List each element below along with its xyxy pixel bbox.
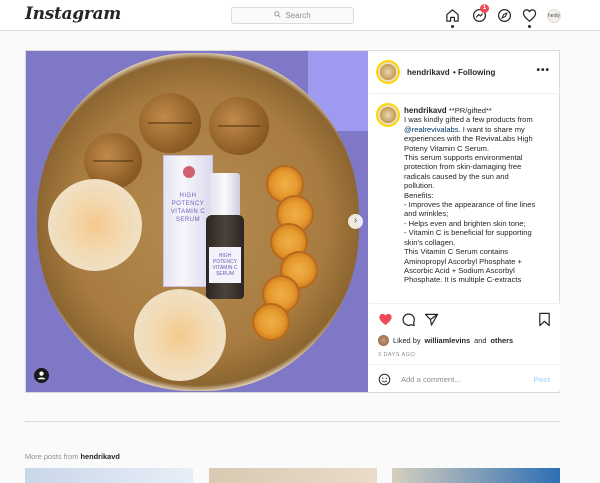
- home-active-dot: [451, 25, 454, 28]
- explore-icon[interactable]: [497, 8, 513, 24]
- brand-mention-link[interactable]: @realrevivalabs: [404, 125, 459, 134]
- dried-lime: [209, 97, 269, 155]
- post-card: HIGH POTENCY VITAMIN C SERUM HIGH POTENC…: [25, 50, 560, 393]
- dried-lime: [139, 93, 201, 153]
- share-icon[interactable]: [424, 312, 440, 328]
- liked-by-others[interactable]: others: [490, 336, 513, 345]
- notification-badge: 1: [480, 4, 489, 13]
- caption-avatar[interactable]: [376, 103, 400, 127]
- heart-icon[interactable]: [522, 8, 538, 28]
- more-posts-heading: More posts from hendrikavd: [25, 452, 120, 461]
- user-tag-icon[interactable]: [34, 368, 49, 383]
- post-header: hendrikavd • Following •••: [369, 51, 560, 94]
- post-actions: Liked by williamlevins and others 3 DAYS…: [369, 303, 560, 391]
- comment-icon[interactable]: [401, 312, 417, 328]
- more-posts-username[interactable]: hendrikavd: [80, 452, 119, 461]
- comment-input[interactable]: Add a comment...: [401, 375, 461, 384]
- author-username[interactable]: hendrikavd: [407, 68, 450, 77]
- search-box[interactable]: Search: [231, 7, 354, 24]
- emoji-icon[interactable]: [378, 373, 391, 386]
- product-box-label: HIGH POTENCY VITAMIN C SERUM: [170, 193, 206, 223]
- liked-by-prefix: Liked by: [393, 336, 421, 345]
- like-icon[interactable]: [378, 312, 394, 328]
- orange-slice: [252, 303, 290, 341]
- author-avatar[interactable]: [376, 60, 400, 84]
- serum-pump: [210, 173, 240, 218]
- search-icon: [274, 11, 281, 20]
- messenger-icon[interactable]: 1: [472, 4, 489, 24]
- more-post-thumbnail[interactable]: [25, 468, 193, 483]
- top-navigation-bar: Instagram Search 1 heidy: [0, 0, 600, 31]
- home-icon[interactable]: [445, 8, 461, 28]
- post-image[interactable]: HIGH POTENCY VITAMIN C SERUM HIGH POTENC…: [26, 51, 368, 392]
- nav-icons: 1 heidy: [445, 4, 565, 28]
- bookmark-icon[interactable]: [537, 312, 553, 328]
- search-placeholder: Search: [285, 11, 311, 20]
- post-sidebar: hendrikavd • Following ••• hendrikavd **…: [369, 51, 560, 392]
- liker-username[interactable]: williamlevins: [425, 336, 471, 345]
- chevron-right-icon[interactable]: ›: [348, 214, 363, 229]
- profile-avatar[interactable]: heidy: [547, 9, 561, 23]
- caption-username[interactable]: hendrikavd: [404, 106, 447, 115]
- section-divider: [25, 421, 560, 422]
- follow-status[interactable]: • Following: [453, 68, 495, 77]
- serum-bottle-label: HIGH POTENCY VITAMIN C SERUM: [209, 247, 241, 283]
- more-icon[interactable]: •••: [536, 65, 550, 76]
- comment-box: Add a comment... Post: [369, 364, 560, 392]
- peach-flower: [48, 179, 142, 271]
- peach-flower: [134, 289, 226, 381]
- liker-avatar[interactable]: [378, 335, 389, 346]
- brand-logo: [183, 166, 195, 178]
- liked-by-and: and: [474, 336, 487, 345]
- post-comment-button[interactable]: Post: [534, 375, 550, 384]
- post-date: 3 DAYS AGO: [378, 352, 416, 358]
- instagram-logo[interactable]: Instagram: [25, 4, 121, 24]
- likes-summary: Liked by williamlevins and others: [378, 335, 513, 346]
- activity-dot: [528, 25, 531, 28]
- more-post-thumbnail[interactable]: [392, 468, 560, 483]
- more-post-thumbnail[interactable]: [209, 468, 377, 483]
